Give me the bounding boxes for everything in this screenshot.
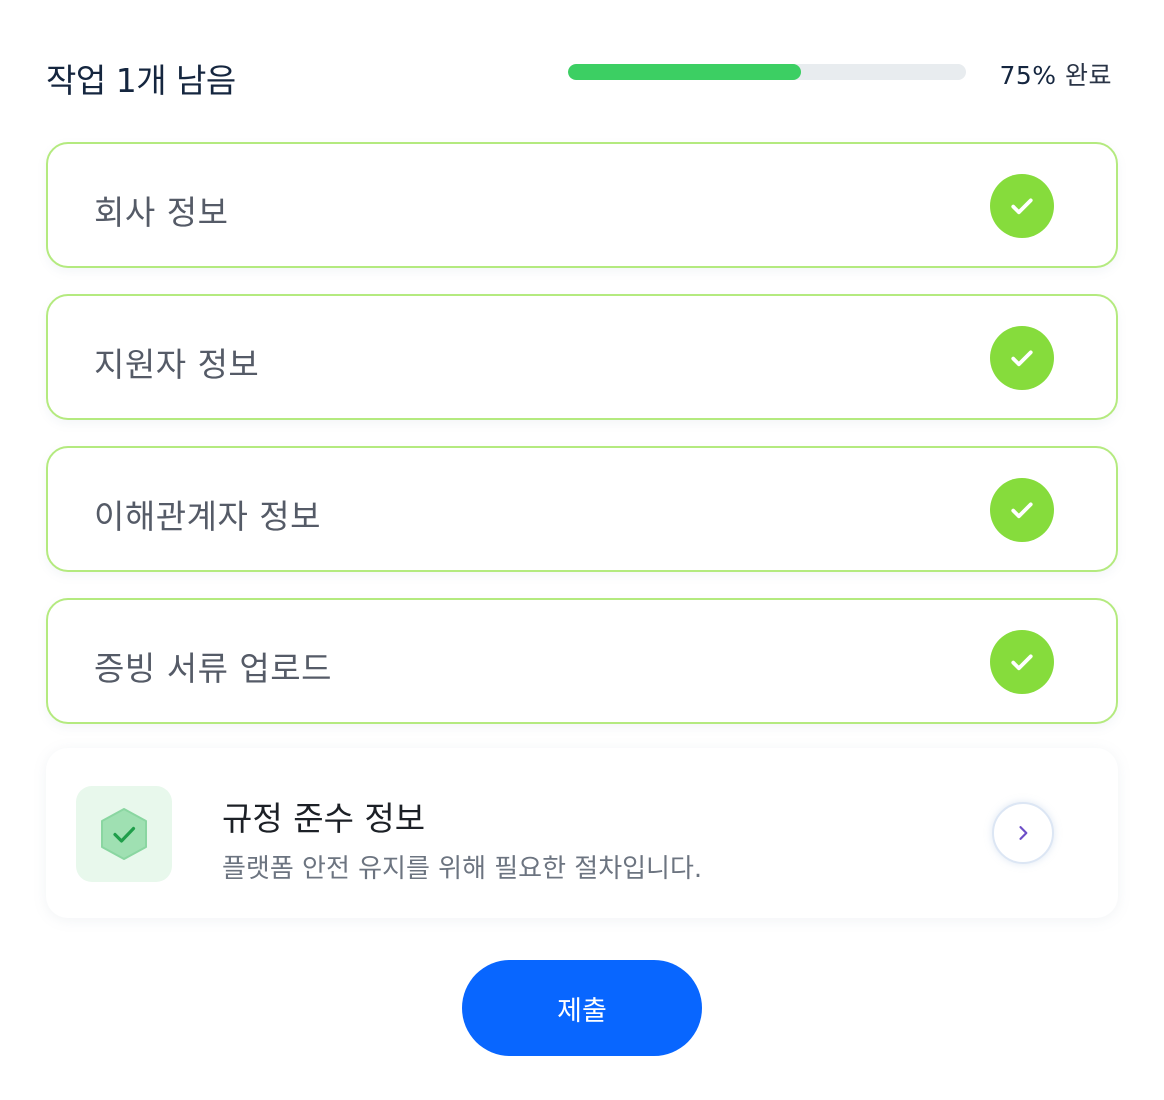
progress-header: 작업 1개 남음 75% 완료 [46,50,1116,100]
progress-percent: 75% [999,61,1057,90]
compliance-item[interactable]: 규정 준수 정보 플랫폼 안전 유지를 위해 필요한 절차입니다. [46,748,1118,918]
compliance-title: 규정 준수 정보 [222,799,426,838]
task-document-upload[interactable]: 증빙 서류 업로드 [46,598,1118,724]
remaining-tasks-title: 작업 1개 남음 [46,61,236,100]
progress-suffix: 완료 [1056,61,1112,90]
progress-label: 75% 완료 [999,56,1112,92]
compliance-description: 플랫폼 안전 유지를 위해 필요한 절차입니다. [222,854,703,884]
chevron-right-icon [1013,823,1033,843]
check-circle-icon [990,478,1054,542]
check-circle-icon [990,630,1054,694]
open-compliance-button[interactable] [992,802,1054,864]
task-stakeholder-info[interactable]: 이해관계자 정보 [46,446,1118,572]
check-circle-icon [990,174,1054,238]
task-label: 증빙 서류 업로드 [94,649,332,688]
check-circle-icon [990,326,1054,390]
progress-bar-fill [568,64,801,80]
task-label: 이해관계자 정보 [94,497,322,536]
shield-check-icon [76,786,172,882]
progress-bar [568,64,966,80]
task-label: 회사 정보 [94,193,229,232]
task-label: 지원자 정보 [94,345,260,384]
task-company-info[interactable]: 회사 정보 [46,142,1118,268]
onboarding-card: 작업 1개 남음 75% 완료 회사 정보 지원자 정보 이해관계자 정보 증빙… [0,0,1164,1100]
task-applicant-info[interactable]: 지원자 정보 [46,294,1118,420]
submit-button[interactable]: 제출 [462,960,702,1056]
